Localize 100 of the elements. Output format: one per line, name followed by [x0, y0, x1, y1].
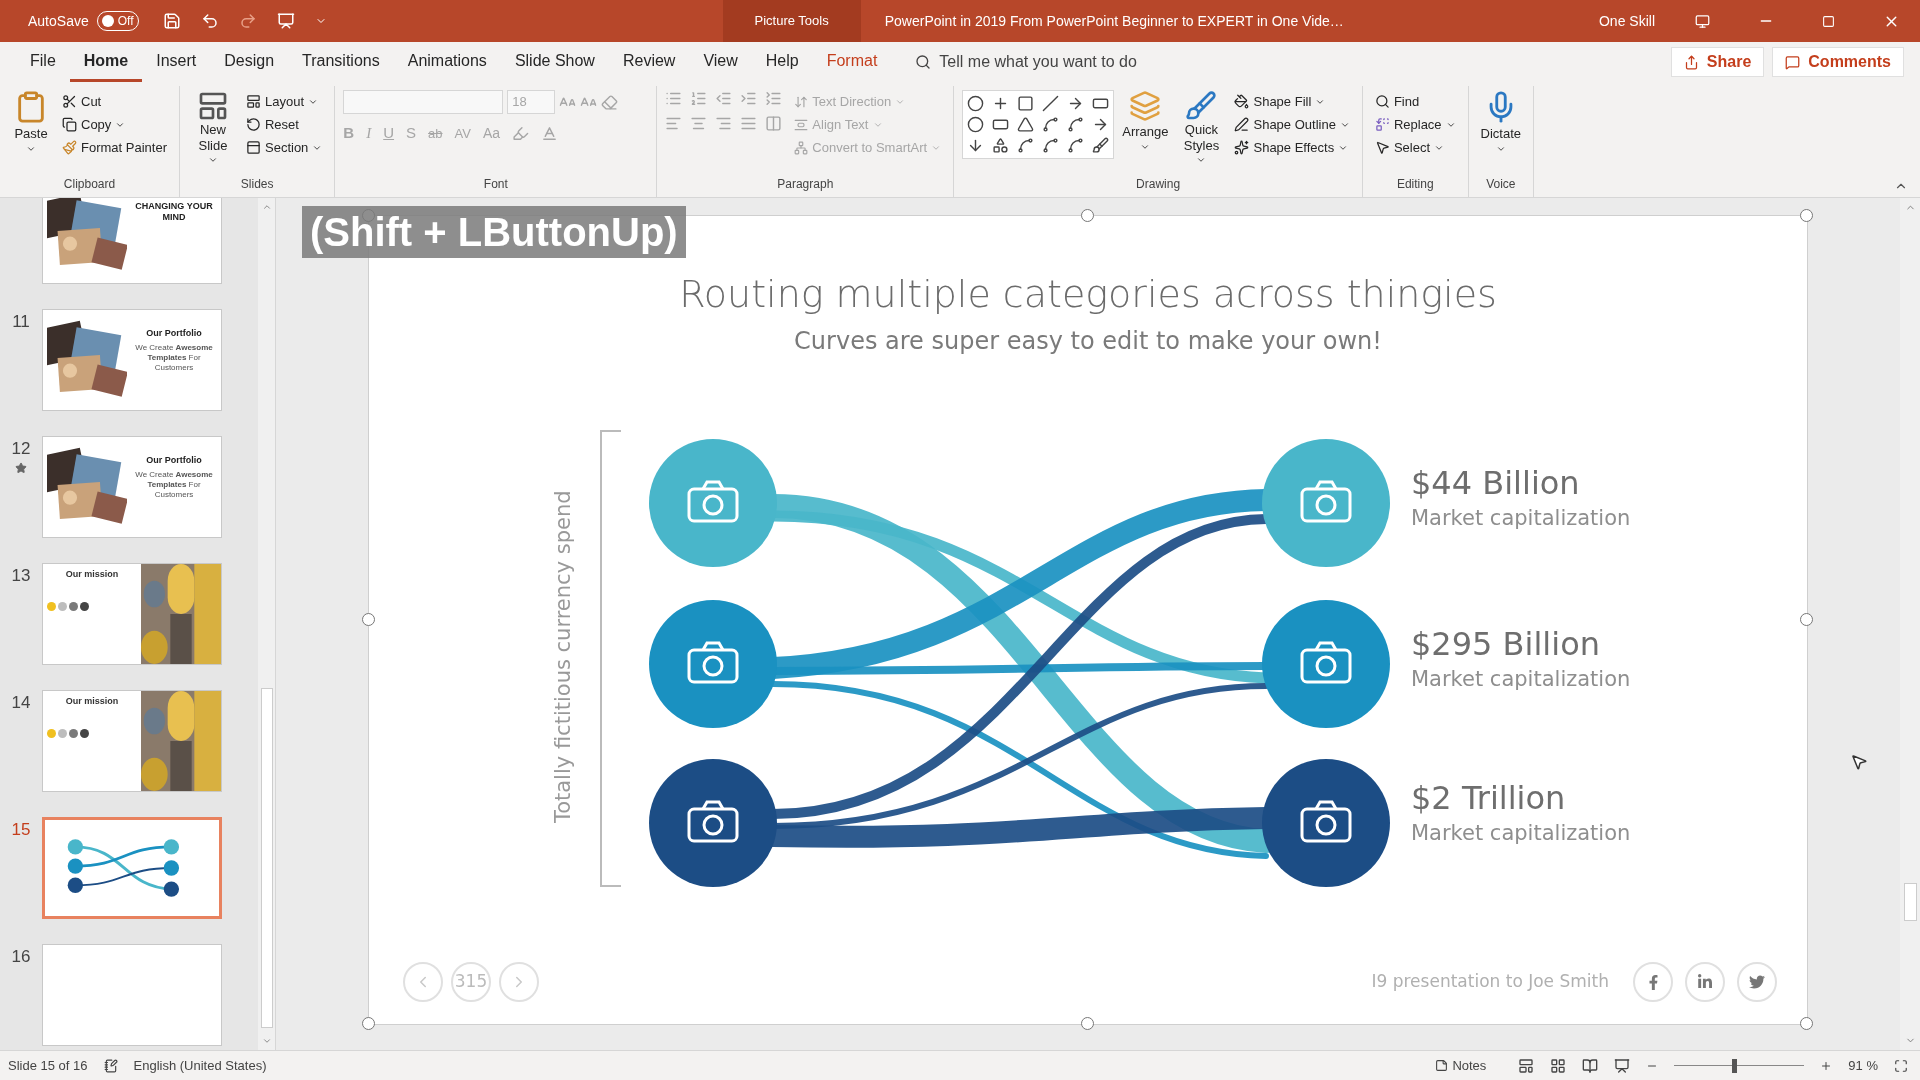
- twitter-button[interactable]: [1737, 962, 1777, 1002]
- menu-tab[interactable]: View: [689, 42, 752, 82]
- tell-me-field[interactable]: Tell me what you want to do: [915, 50, 1240, 74]
- shape-icon[interactable]: [1017, 116, 1035, 133]
- font-color-icon[interactable]: [541, 124, 559, 142]
- font-name-field[interactable]: [343, 90, 504, 114]
- find-button[interactable]: Find: [1370, 90, 1460, 113]
- zoom-thumb[interactable]: [1732, 1058, 1738, 1073]
- section-button[interactable]: Section: [242, 136, 327, 159]
- linkedin-button[interactable]: [1685, 962, 1725, 1002]
- selection-handle[interactable]: [1081, 1017, 1094, 1030]
- spelling-icon[interactable]: [103, 1058, 118, 1073]
- group-label: Slides: [239, 176, 275, 193]
- paste-button[interactable]: Paste: [8, 90, 54, 154]
- keystroke-overlay: (Shift + LButtonUp): [310, 209, 678, 256]
- ribbon-display-icon[interactable]: [1695, 13, 1710, 29]
- copy-button[interactable]: Copy: [58, 113, 171, 136]
- arrange-button[interactable]: Arrange: [1118, 90, 1173, 152]
- selection-handle[interactable]: [1800, 1017, 1813, 1030]
- layout-button[interactable]: Layout: [242, 90, 327, 113]
- menu-tab[interactable]: Design: [210, 42, 289, 82]
- replace-button[interactable]: Replace: [1370, 113, 1460, 136]
- line-spacing-icon[interactable]: [765, 90, 783, 107]
- menu-tab[interactable]: Animations: [393, 42, 501, 82]
- notes-button[interactable]: Notes: [1435, 1055, 1487, 1076]
- shape-icon[interactable]: [1067, 137, 1085, 154]
- quick-styles-button[interactable]: Quick Styles: [1176, 90, 1227, 165]
- reset-button[interactable]: Reset: [242, 113, 327, 136]
- selection-handle[interactable]: [1800, 209, 1813, 222]
- menu-tab[interactable]: Slide Show: [500, 42, 609, 82]
- clear-formatting-icon[interactable]: [601, 93, 619, 111]
- share-button[interactable]: Share: [1670, 47, 1765, 77]
- panel-scrollbar[interactable]: [258, 198, 276, 1050]
- fit-slide-icon[interactable]: [1894, 1058, 1908, 1073]
- undo-icon[interactable]: [200, 12, 219, 30]
- scroll-down-icon[interactable]: [261, 1036, 272, 1046]
- scroll-thumb[interactable]: [1903, 883, 1917, 921]
- shape-effects-button[interactable]: Shape Effects: [1230, 136, 1354, 159]
- shape-icon[interactable]: [1042, 116, 1060, 133]
- new-slide-button[interactable]: New Slide: [188, 90, 238, 165]
- menu-tab[interactable]: Help: [751, 42, 813, 82]
- zoom-level[interactable]: 91 %: [1848, 1055, 1878, 1076]
- slide-thumbnail[interactable]: Our mission: [42, 563, 222, 665]
- presentation-icon[interactable]: [276, 12, 295, 30]
- slide-thumbnail[interactable]: [42, 944, 222, 1046]
- slide-number: 15: [11, 819, 31, 841]
- select-button[interactable]: Select: [1370, 136, 1460, 159]
- shape-icon[interactable]: [1017, 95, 1035, 112]
- format-painter-button[interactable]: Format Painter: [58, 136, 171, 159]
- reading-view-icon[interactable]: [1582, 1057, 1599, 1074]
- bullets-icon[interactable]: [665, 90, 683, 107]
- shape-fill-button[interactable]: Shape Fill: [1230, 90, 1354, 113]
- canvas-scrollbar[interactable]: [1900, 198, 1920, 1050]
- shape-icon[interactable]: [1042, 95, 1060, 112]
- scroll-up-icon[interactable]: [261, 202, 272, 212]
- comments-button[interactable]: Comments: [1772, 47, 1904, 77]
- shape-outline-button[interactable]: Shape Outline: [1230, 113, 1354, 136]
- menu-tab[interactable]: Transitions: [288, 42, 394, 82]
- shape-icon[interactable]: [1042, 137, 1060, 154]
- normal-view-icon[interactable]: [1518, 1057, 1535, 1074]
- align-left-icon[interactable]: [665, 115, 683, 132]
- indent-increase-icon[interactable]: [740, 90, 758, 107]
- align-right-icon[interactable]: [715, 115, 733, 132]
- save-icon[interactable]: [162, 12, 181, 30]
- selection-handle[interactable]: [1800, 613, 1813, 626]
- facebook-button[interactable]: [1633, 962, 1673, 1002]
- slide-sorter-icon[interactable]: [1550, 1057, 1567, 1074]
- cut-button[interactable]: Cut: [58, 90, 171, 113]
- shape-icon[interactable]: [967, 116, 985, 133]
- selection-handle[interactable]: [362, 613, 375, 626]
- slideshow-icon[interactable]: [1614, 1057, 1631, 1074]
- shapes-gallery[interactable]: [962, 90, 1115, 159]
- selection-handle[interactable]: [362, 1017, 375, 1030]
- bird-icon: [1749, 974, 1765, 990]
- shape-icon[interactable]: [967, 95, 985, 112]
- restore-icon[interactable]: [1822, 14, 1835, 28]
- slide-thumbnail[interactable]: CHANGING YOUR MIND: [42, 198, 222, 284]
- shape-icon[interactable]: [992, 137, 1010, 154]
- indent-decrease-icon[interactable]: [715, 90, 733, 107]
- shape-icon[interactable]: [1067, 116, 1085, 133]
- align-center-icon[interactable]: [690, 115, 708, 132]
- menu-tab[interactable]: Review: [608, 42, 690, 82]
- shape-icon[interactable]: [1017, 137, 1035, 154]
- selection-handle[interactable]: [1081, 209, 1094, 222]
- slide-thumbnail[interactable]: Our mission: [42, 690, 222, 792]
- shape-icon[interactable]: [1092, 137, 1110, 154]
- justify-icon[interactable]: [740, 115, 758, 132]
- zoom-slider[interactable]: [1674, 1058, 1805, 1073]
- numbering-icon[interactable]: [690, 90, 708, 107]
- zoom-in-icon[interactable]: [1820, 1059, 1833, 1072]
- menu-tab[interactable]: File: [16, 42, 70, 82]
- menu-tab[interactable]: Insert: [142, 42, 211, 82]
- columns-icon[interactable]: [765, 115, 783, 132]
- scroll-thumb[interactable]: [260, 688, 273, 1028]
- dictate-button[interactable]: Dictate: [1476, 90, 1526, 154]
- menu-tab[interactable]: Format: [812, 42, 892, 82]
- slide-thumbnail[interactable]: Our Portfolio We Create Awesome Templates For Customers: [42, 436, 222, 538]
- highlighter-icon[interactable]: [512, 124, 530, 142]
- redo-icon[interactable]: [238, 12, 257, 30]
- slide-thumbnail[interactable]: Our Portfolio We Create Awesome Templates For Customers: [42, 309, 222, 411]
